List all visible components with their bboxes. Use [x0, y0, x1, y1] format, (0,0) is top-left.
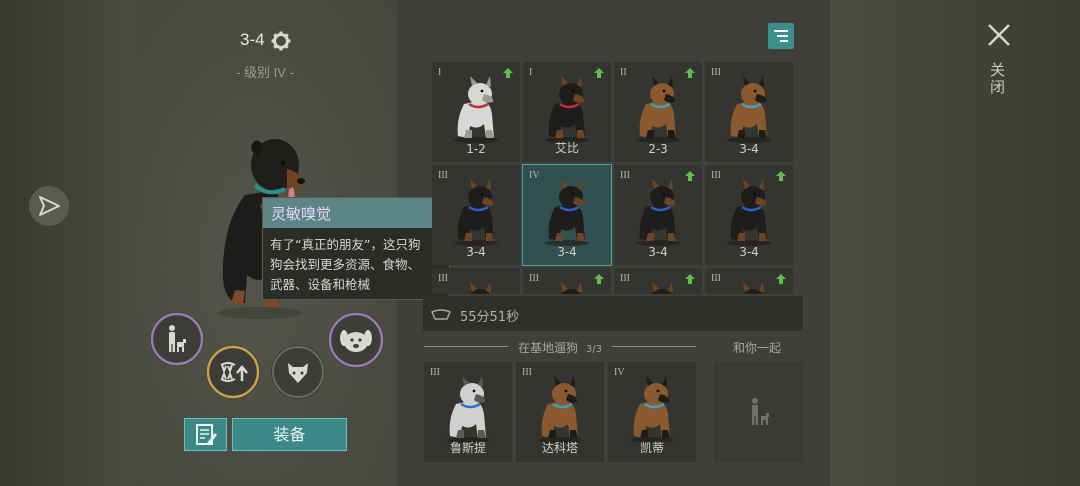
notes-button[interactable] — [184, 418, 227, 451]
roaming-count: 3/3 — [585, 344, 602, 355]
roaming-label-text: 在基地遛狗 — [518, 341, 579, 355]
dog-portrait-shepherd — [630, 376, 674, 443]
dog-portrait-rottweiler — [651, 282, 673, 294]
dog-card[interactable]: III — [705, 268, 793, 294]
dog-card[interactable]: III 3-4 — [705, 62, 793, 162]
tier-badge: I — [438, 67, 442, 78]
left-backdrop — [0, 0, 137, 486]
dog-card-name: 3-4 — [739, 142, 759, 156]
roaming-dog-name: 鲁斯提 — [449, 441, 486, 455]
skill-tooltip: 灵敏嗅觉 有了“真正的朋友”，这只狗 狗会找到更多资源、食物、 武器、设备和枪械 — [262, 197, 450, 300]
tooltip-line: 武器、设备和枪械 — [270, 277, 371, 292]
dog-portrait-rottweiler — [469, 282, 491, 294]
dog-card-name: 3-4 — [739, 245, 759, 259]
sniff-skill-button[interactable] — [328, 312, 384, 368]
notes-icon — [196, 424, 217, 445]
dog-card[interactable]: I 艾比 — [523, 62, 611, 162]
close-label[interactable]: 关闭 — [990, 62, 1008, 96]
dog-card-name: 3-4 — [466, 245, 486, 259]
dog-portrait-shepherd — [727, 76, 771, 143]
dog-portrait-rottweiler — [727, 179, 771, 246]
tier-badge: I — [529, 67, 533, 78]
roaming-label: 在基地遛狗 3/3 — [518, 339, 602, 356]
roaming-dog-card[interactable]: III 鲁斯提 — [424, 362, 512, 462]
tooltip-title: 灵敏嗅觉 — [271, 205, 332, 223]
close-icon[interactable] — [986, 22, 1012, 48]
roaming-dog-name: 达科塔 — [541, 441, 578, 455]
companion-slot[interactable] — [714, 362, 803, 462]
roaming-dog-card[interactable]: III 达科塔 — [516, 362, 604, 462]
dog-portrait-rottweiler — [560, 282, 582, 294]
dog-portrait-rottweiler — [454, 179, 498, 246]
filter-icon — [774, 30, 788, 42]
bowl-icon — [431, 309, 451, 320]
dog-portrait-husky — [446, 376, 490, 443]
dog-card[interactable]: III 3-4 — [432, 165, 520, 265]
gear-icon[interactable] — [271, 31, 291, 51]
timer-text: 55分51秒 — [460, 310, 520, 325]
dog-level: - 级别 IV - — [236, 65, 294, 80]
dog-card-name: 1-2 — [466, 142, 486, 156]
dog-card-name: 3-4 — [557, 245, 577, 259]
tooltip-line: 狗会找到更多资源、食物、 — [270, 257, 421, 272]
dog-card-name: 2-3 — [648, 142, 668, 156]
walk-dog-button[interactable] — [150, 312, 204, 366]
tier-badge: II — [620, 67, 627, 78]
dog-portrait-rottweiler — [636, 179, 680, 246]
right-backdrop — [830, 0, 1080, 486]
dog-card[interactable]: III — [523, 268, 611, 294]
filter-button[interactable] — [768, 23, 794, 49]
dog-portrait-shepherd — [538, 376, 582, 443]
fang-upgrade-button[interactable] — [206, 345, 260, 399]
equip-button[interactable]: 装备 — [232, 418, 347, 451]
dog-portrait-shepherd — [636, 76, 680, 143]
roaming-dog-card[interactable]: IV 凯蒂 — [608, 362, 696, 462]
dog-portrait-rottweiler-pup — [545, 76, 589, 143]
fox-skill-button[interactable] — [271, 345, 325, 399]
send-icon[interactable] — [29, 186, 69, 226]
dog-card[interactable]: III 3-4 — [705, 165, 793, 265]
tooltip-body: 有了“真正的朋友”，这只狗 狗会找到更多资源、食物、 武器、设备和枪械 — [270, 235, 446, 295]
dog-portrait-rottweiler — [742, 282, 764, 294]
dog-card-name: 艾比 — [554, 141, 579, 155]
dog-title: 3-4 — [240, 30, 265, 49]
dog-portrait-rottweiler — [545, 179, 589, 246]
person-with-dog-icon — [752, 398, 769, 425]
dog-card[interactable]: II 2-3 — [614, 62, 702, 162]
dog-card[interactable]: III — [432, 268, 520, 294]
dog-card[interactable]: III — [614, 268, 702, 294]
dog-portrait-husky-pup — [454, 76, 498, 143]
roaming-dog-name: 凯蒂 — [639, 441, 664, 455]
dog-card-name: 3-4 — [648, 245, 668, 259]
with-you-label: 和你一起 — [733, 341, 782, 355]
dog-card[interactable]: IV 3-4 — [522, 164, 612, 266]
feeding-timer: 55分51秒 — [423, 296, 803, 331]
tooltip-line: 有了“真正的朋友”，这只狗 — [270, 237, 421, 252]
dog-card[interactable]: III 3-4 — [614, 165, 702, 265]
divider — [612, 346, 696, 347]
divider — [424, 346, 508, 347]
dog-grid: I 1-2 I 艾比 II 2-3 III 3-4 III 3-4 IV 3-4 III 3-4 III 3-… — [432, 62, 796, 294]
dog-card[interactable]: I 1-2 — [432, 62, 520, 162]
